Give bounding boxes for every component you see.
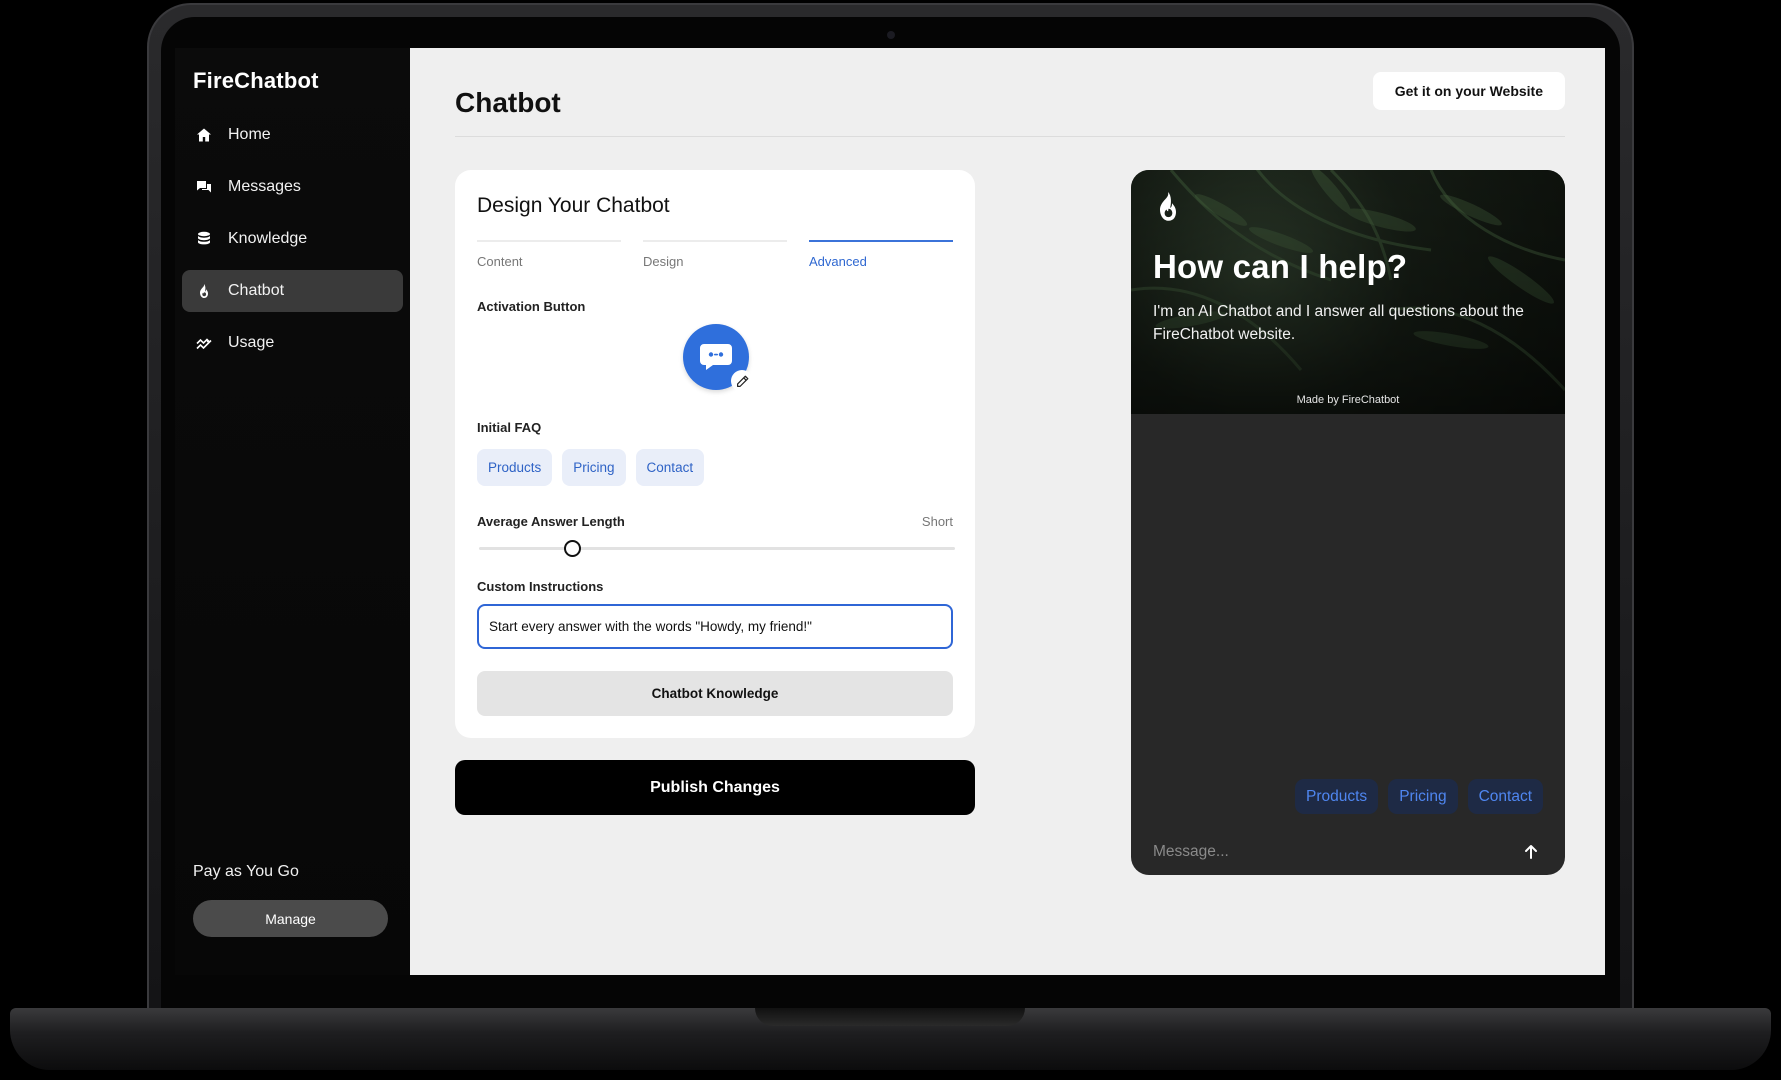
answer-length-value: Short xyxy=(921,514,953,529)
messages-icon xyxy=(196,179,212,195)
flame-icon xyxy=(196,283,212,299)
send-button[interactable] xyxy=(1519,840,1543,864)
activation-button-preview xyxy=(477,320,953,404)
slider-track xyxy=(479,547,955,550)
chat-chip-contact[interactable]: Contact xyxy=(1467,779,1543,814)
arrow-up-icon xyxy=(1525,845,1537,859)
tab-advanced[interactable]: Advanced xyxy=(809,240,953,269)
pencil-icon xyxy=(736,375,748,387)
tab-design[interactable]: Design xyxy=(643,240,787,269)
firechatbot-logo-icon xyxy=(1160,192,1176,221)
sidebar-item-knowledge[interactable]: Knowledge xyxy=(182,218,403,260)
home-icon xyxy=(196,127,212,143)
chat-chip-pricing[interactable]: Pricing xyxy=(1388,779,1458,814)
main-content: Chatbot Get it on your Website Design Yo… xyxy=(410,48,1605,975)
chatbot-knowledge-button[interactable]: Chatbot Knowledge xyxy=(477,671,953,716)
manage-button[interactable]: Manage xyxy=(193,900,388,937)
camera xyxy=(886,31,895,39)
slider-thumb[interactable] xyxy=(564,540,582,557)
made-by-link[interactable]: Made by FireChatbot xyxy=(1131,394,1565,406)
chat-bubble-icon xyxy=(700,344,732,370)
chat-widget-preview: How can I help? I'm an AI Chatbot and I … xyxy=(1131,170,1565,875)
page-header: Chatbot Get it on your Website xyxy=(455,48,1565,137)
chat-input-row xyxy=(1153,837,1543,867)
chat-hero-banner: How can I help? I'm an AI Chatbot and I … xyxy=(1131,170,1565,414)
app-screen: FireChatbot Home Messages Knowledge Chat… xyxy=(175,48,1605,975)
initial-faq-label: Initial FAQ xyxy=(477,420,542,435)
design-chatbot-card: Design Your Chatbot Content Design Advan… xyxy=(455,170,975,738)
sidebar-item-label: Knowledge xyxy=(228,230,308,247)
hero-shade-overlay xyxy=(1131,170,1565,414)
publish-changes-button[interactable]: Publish Changes xyxy=(455,760,975,815)
activation-button-label: Activation Button xyxy=(477,299,586,314)
card-title: Design Your Chatbot xyxy=(477,194,670,217)
laptop-base xyxy=(10,1008,1771,1070)
sidebar-item-chatbot[interactable]: Chatbot xyxy=(182,270,403,312)
chat-subtitle: I'm an AI Chatbot and I answer all quest… xyxy=(1153,303,1524,343)
content-row: Design Your Chatbot Content Design Advan… xyxy=(455,170,1565,875)
chart-icon xyxy=(196,335,212,351)
faq-chip-products[interactable]: Products xyxy=(477,449,553,486)
custom-instructions-input[interactable] xyxy=(477,604,953,649)
sidebar-item-label: Chatbot xyxy=(228,282,285,299)
edit-activation-button[interactable] xyxy=(731,370,753,392)
chat-title: How can I help? xyxy=(1153,248,1408,285)
plan-label: Pay as You Go xyxy=(193,863,299,880)
faq-chips: Products Pricing Contact xyxy=(477,449,953,486)
faq-chip-pricing[interactable]: Pricing xyxy=(562,449,626,486)
sidebar-item-label: Usage xyxy=(228,334,275,351)
sidebar: FireChatbot Home Messages Knowledge Chat… xyxy=(175,48,410,975)
page-title: Chatbot xyxy=(455,87,561,118)
sidebar-item-messages[interactable]: Messages xyxy=(182,166,403,208)
chat-faq-chips: Products Pricing Contact xyxy=(1295,779,1543,814)
chat-chip-products[interactable]: Products xyxy=(1295,779,1379,814)
answer-length-label: Average Answer Length xyxy=(477,514,625,529)
design-tabs: Content Design Advanced xyxy=(477,240,953,269)
answer-length-slider[interactable] xyxy=(477,537,955,559)
sidebar-item-usage[interactable]: Usage xyxy=(182,322,403,364)
faq-chip-contact[interactable]: Contact xyxy=(635,449,705,486)
sidebar-item-label: Messages xyxy=(228,178,301,195)
chat-message-input[interactable] xyxy=(1153,843,1519,861)
brand-logo-text: FireChatbot xyxy=(193,68,319,93)
get-it-on-website-button[interactable]: Get it on your Website xyxy=(1372,72,1565,110)
custom-instructions-label: Custom Instructions xyxy=(477,579,604,594)
sidebar-item-home[interactable]: Home xyxy=(182,114,403,156)
tab-content[interactable]: Content xyxy=(477,240,621,269)
sidebar-item-label: Home xyxy=(228,126,271,143)
settings-column: Design Your Chatbot Content Design Advan… xyxy=(455,170,975,875)
laptop-notch xyxy=(755,1008,1025,1026)
database-icon xyxy=(196,231,212,247)
answer-length-row: Average Answer Length Short xyxy=(477,514,953,529)
